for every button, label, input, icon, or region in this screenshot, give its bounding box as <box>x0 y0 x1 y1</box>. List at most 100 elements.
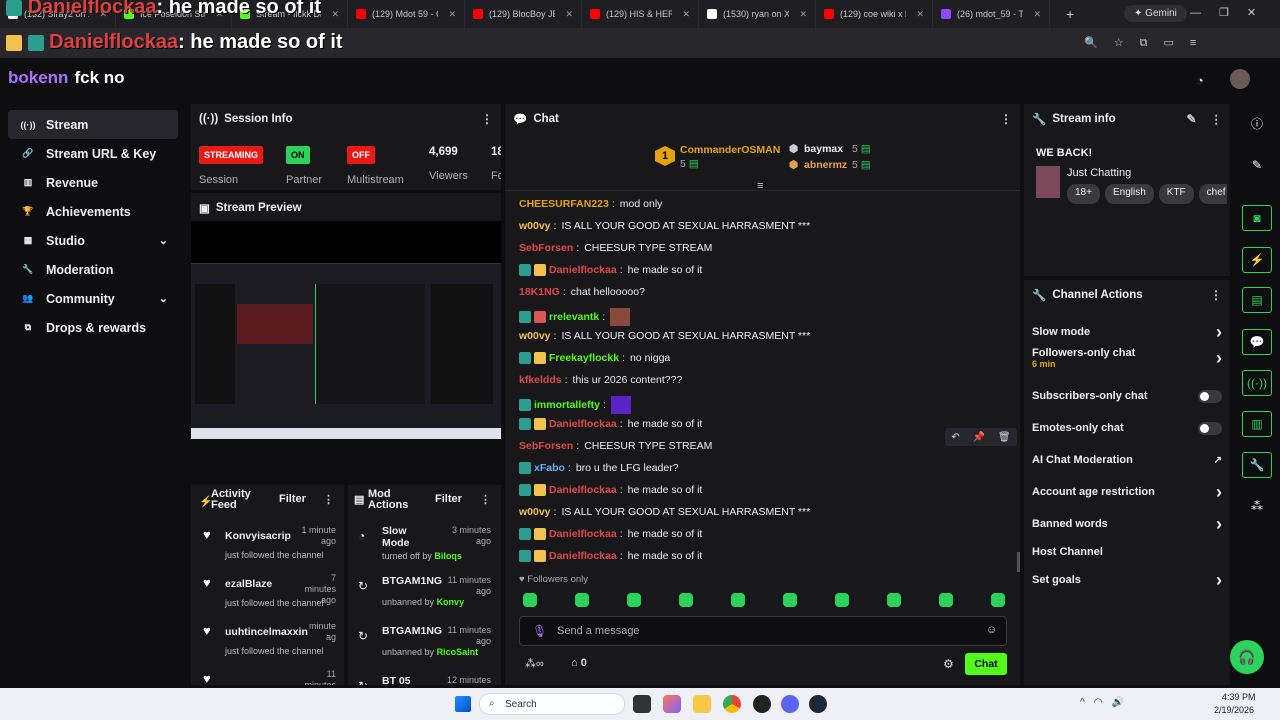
bookmark-star-icon[interactable]: ☆ <box>1114 37 1140 49</box>
nav-item-revenue[interactable]: ▥ Revenue <box>8 168 178 197</box>
chat-bubble-icon[interactable]: 💬 <box>1242 329 1272 355</box>
lightning-icon[interactable]: ⚡ <box>1242 247 1272 273</box>
chat-message[interactable]: SebForsen: CHEESUR TYPE STREAM <box>519 242 712 254</box>
store-points[interactable]: ⌂ 0 <box>571 657 587 669</box>
tab-close-icon[interactable]: ✕ <box>565 9 573 20</box>
emote-image[interactable] <box>610 396 631 414</box>
taskbar-search[interactable]: ⌕ Search <box>479 693 625 715</box>
chat-message[interactable]: Danielflockaa: he made so of it <box>519 528 702 540</box>
external-link-icon[interactable]: ↗ <box>1214 455 1222 466</box>
chat-message[interactable]: w00vy: IS ALL YOUR GOOD AT SEXUAL HARRASM… <box>519 506 810 518</box>
browser-tab[interactable]: (129) HIS & HERS | ✕ <box>582 0 699 28</box>
chat-message[interactable]: Danielflockaa: he made so of it <box>519 418 702 430</box>
zoom-icon[interactable]: 🔍 <box>1084 37 1114 49</box>
chat-username[interactable]: Danielflockaa <box>549 418 617 430</box>
file-explorer-icon[interactable] <box>693 695 711 713</box>
clock-date[interactable]: 2/19/2026 <box>1214 705 1254 715</box>
quick-emote[interactable] <box>835 593 849 607</box>
chevron-right-icon[interactable]: › <box>1216 483 1222 501</box>
chat-message[interactable]: Freekayflockk: no nigga <box>519 352 670 364</box>
notes-icon[interactable]: ▤ <box>1242 287 1272 313</box>
channel-action-subscribers-only-chat[interactable]: Subscribers-only chat <box>1032 388 1222 404</box>
tab-close-icon[interactable]: ✕ <box>682 9 690 20</box>
restore-icon[interactable]: ❐ <box>1219 7 1247 19</box>
new-tab-button[interactable]: + <box>1066 6 1074 22</box>
channel-action-slow-mode[interactable]: Slow mode › <box>1032 323 1222 341</box>
reply-icon[interactable]: ↶ <box>951 432 959 443</box>
chat-username[interactable]: 18K1NG <box>519 286 560 298</box>
chevron-up-icon[interactable]: ^ <box>1080 697 1094 708</box>
discord-icon[interactable] <box>781 695 799 713</box>
stream-tag[interactable]: chef <box>1198 184 1227 204</box>
more-options-icon[interactable]: ⋮ <box>323 493 334 506</box>
more-options-icon[interactable]: ⋮ <box>480 493 491 506</box>
channel-action-host-channel[interactable]: Host Channel <box>1032 544 1222 560</box>
browser-tab[interactable]: (1530) ryan on X ✕ <box>699 0 816 28</box>
stream-tag[interactable]: KTF <box>1158 184 1194 204</box>
chat-username[interactable]: xFabo <box>534 462 565 474</box>
emote-image[interactable] <box>610 308 631 326</box>
quick-emote[interactable] <box>679 593 693 607</box>
chevron-right-icon[interactable]: › <box>1216 571 1222 589</box>
quick-emote[interactable] <box>939 593 953 607</box>
chat-username[interactable]: w00vy <box>519 220 551 232</box>
pin-icon[interactable]: 📌 <box>973 432 985 443</box>
chat-username[interactable]: CHEESURFAN223 <box>519 198 609 210</box>
chat-send-button[interactable]: Chat <box>965 653 1007 675</box>
quick-emote[interactable] <box>783 593 797 607</box>
stream-tag[interactable]: English <box>1104 184 1154 204</box>
mod-action-item[interactable]: ◔ Slow Mode 3 minutes ago turned off by Bil… <box>356 523 493 571</box>
chat-username[interactable]: Danielflockaa <box>549 484 617 496</box>
preview-video[interactable] <box>191 221 501 439</box>
channel-action-ai-chat-moderation[interactable]: AI Chat Moderation ↗ <box>1032 452 1222 468</box>
activity-item[interactable]: ♥ uuhtincelmaxxin minute ag just followed t… <box>199 621 336 667</box>
nav-item-drops-rewards[interactable]: ⧉ Drops & rewards <box>8 313 178 342</box>
nav-item-studio[interactable]: ▦ Studio ⌄ <box>8 226 178 255</box>
delete-icon[interactable]: 🗑 <box>998 432 1011 443</box>
chat-message[interactable]: Danielflockaa: he made so of it <box>519 550 702 562</box>
tab-close-icon[interactable]: ✕ <box>331 9 339 20</box>
more-options-icon[interactable]: ⋮ <box>1000 112 1012 126</box>
browser-tab[interactable]: (129) BlocBoy JB x L ✕ <box>465 0 582 28</box>
tab-close-icon[interactable]: ✕ <box>1033 9 1041 20</box>
wrench-rail-icon[interactable]: 🔧 <box>1242 452 1272 478</box>
chat-message[interactable]: SebForsen: CHEESUR TYPE STREAM <box>519 440 712 452</box>
chevron-right-icon[interactable]: › <box>1216 515 1222 533</box>
quick-emote[interactable] <box>523 593 537 607</box>
quick-emote[interactable] <box>575 593 589 607</box>
more-options-icon[interactable]: ⋮ <box>1210 288 1222 302</box>
obs-icon[interactable] <box>753 695 771 713</box>
chevron-right-icon[interactable]: › <box>1216 349 1222 367</box>
tab-close-icon[interactable]: ✕ <box>799 9 807 20</box>
mod-action-item[interactable]: ↻ BTGAM1NG 11 minutes ago unbanned by Konvy <box>356 573 493 621</box>
edit-icon[interactable]: ✎ <box>1186 112 1196 126</box>
broadcast-icon[interactable]: ((·)) <box>1242 370 1272 396</box>
more-options-icon[interactable]: ⋮ <box>481 112 493 126</box>
chevron-down-icon[interactable]: ⌄ <box>159 292 168 305</box>
stream-tag[interactable]: 18+ <box>1067 184 1100 204</box>
emoji-icon[interactable]: ☺ <box>986 624 997 636</box>
chat-message[interactable]: xFabo: bro u the LFG leader? <box>519 462 679 474</box>
toggle-switch[interactable] <box>1198 421 1222 435</box>
nav-item-community[interactable]: 👥 Community ⌄ <box>8 284 178 313</box>
quick-emote[interactable] <box>991 593 1005 607</box>
activity-item[interactable]: ♥ ezalBlaze 7 minutes ago just followed the… <box>199 573 336 619</box>
mod-action-item[interactable]: ↻ BTGAM1NG 11 minutes ago unbanned by RicoS… <box>356 623 493 671</box>
browser-tab[interactable]: (129) Mdot 59 - Ch ✕ <box>348 0 465 28</box>
edit-stream-icon[interactable]: ✎ <box>1242 152 1272 178</box>
tab-close-icon[interactable]: ✕ <box>916 9 924 20</box>
chat-message[interactable]: w00vy: IS ALL YOUR GOOD AT SEXUAL HARRASM… <box>519 330 810 342</box>
steam-icon[interactable] <box>809 695 827 713</box>
chat-username[interactable]: kfkeldds <box>519 374 562 386</box>
chat-message[interactable]: kfkeldds: this ur 2026 content??? <box>519 374 682 386</box>
notifications-icon[interactable]: ◔ <box>1196 73 1204 88</box>
chat-username[interactable]: Danielflockaa <box>549 528 617 540</box>
gemini-button[interactable]: ✦ Gemini <box>1124 5 1187 22</box>
chat-message[interactable]: rrelevantk: <box>519 308 631 326</box>
chat-message[interactable]: 18K1NG: chat hellooooo? <box>519 286 645 298</box>
chat-settings-icon[interactable]: ⚙ <box>943 657 954 671</box>
chat-username[interactable]: Freekayflockk <box>549 352 619 364</box>
channel-action-set-goals[interactable]: Set goals › <box>1032 571 1222 589</box>
chat-username[interactable]: w00vy <box>519 506 551 518</box>
menu-icon[interactable]: ≡ <box>1190 37 1212 49</box>
